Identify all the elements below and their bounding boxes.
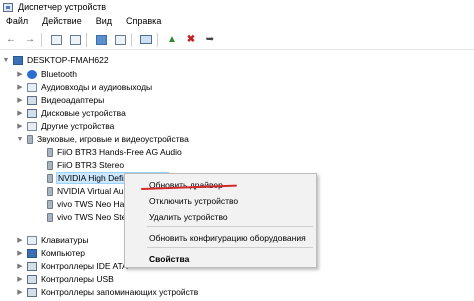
storage-controller-icon (27, 287, 37, 297)
toolbar: ← → ▲ ✖ ➥ (0, 30, 474, 50)
tree-item-video-adapters[interactable]: ▶ Видеоадаптеры (16, 94, 104, 106)
expand-arrow-icon[interactable]: ▶ (16, 109, 24, 117)
properties-icon[interactable] (48, 32, 64, 48)
toolbar-separator (157, 32, 158, 47)
speaker-icon (47, 212, 53, 222)
tree-item-label: Видеоадаптеры (41, 95, 105, 105)
tree-item-sound-devices[interactable]: ▼ Звуковые, игровые и видеоустройства (16, 133, 189, 145)
expand-arrow-icon[interactable]: ▶ (16, 249, 24, 257)
tree-item-bluetooth[interactable]: ▶ Bluetooth (16, 68, 77, 80)
tree-item-label: Контроллеры запоминающих устройств (41, 287, 199, 297)
collapse-arrow-icon[interactable]: ▼ (2, 57, 10, 64)
bluetooth-icon (27, 69, 37, 79)
expand-arrow-icon[interactable]: ▶ (16, 236, 24, 244)
tree-item-label: FiiO BTR3 Hands-Free AG Audio (57, 147, 182, 157)
tree-root[interactable]: ▼ DESKTOP-FMAH622 (2, 54, 109, 66)
context-uninstall-device[interactable]: Удалить устройство (125, 210, 316, 223)
ide-controller-icon (27, 261, 37, 271)
update-driver-icon[interactable]: ▲ (164, 32, 180, 48)
tree-item-label: Компьютер (41, 248, 85, 258)
speaker-icon (47, 186, 53, 196)
device-manager-icon (3, 2, 13, 12)
tree-item-label: vivo TWS Neo Ste (57, 212, 127, 222)
tree-item-computer[interactable]: ▶ Компьютер (16, 247, 85, 259)
context-separator (147, 226, 313, 227)
tree-item-label: Контроллеры IDE ATA (41, 261, 128, 271)
toolbar-separator (131, 32, 132, 47)
disk-drive-icon (27, 108, 37, 118)
video-adapter-icon (27, 95, 37, 105)
expand-arrow-icon[interactable]: ▶ (16, 288, 24, 296)
computer-icon (13, 55, 23, 65)
title-bar: Диспетчер устройств (0, 0, 474, 14)
tree-item-label: FiiO BTR3 Stereo (57, 160, 125, 170)
tree-item-label: Контроллеры USB (41, 274, 114, 284)
usb-icon (27, 274, 37, 284)
context-properties[interactable]: Свойства (125, 252, 316, 265)
help-icon[interactable] (93, 32, 109, 48)
tree-item-label: Аудиовходы и аудиовыходы (41, 82, 153, 92)
speaker-icon (47, 160, 53, 170)
tree-item-audio-io[interactable]: ▶ Аудиовходы и аудиовыходы (16, 81, 152, 93)
speaker-icon (27, 134, 33, 144)
tree-item-label: Клавиатуры (41, 235, 89, 245)
tree-item-label: NVIDIA Virtual Au (57, 186, 124, 196)
speaker-icon (47, 173, 53, 183)
expand-arrow-icon[interactable]: ▶ (16, 275, 24, 283)
menu-file[interactable]: Файл (0, 16, 35, 26)
keyboard-icon (27, 235, 37, 245)
collapse-arrow-icon[interactable]: ▼ (16, 136, 24, 143)
speaker-icon (47, 147, 53, 157)
menu-bar: Файл Действие Вид Справка (0, 14, 474, 28)
window-title: Диспетчер устройств (18, 2, 106, 12)
expand-arrow-icon[interactable]: ▶ (16, 122, 24, 130)
tree-item-label: Bluetooth (41, 69, 77, 79)
tree-item-nvidia-virtual[interactable]: NVIDIA Virtual Au (44, 185, 123, 197)
toolbar-separator (86, 32, 87, 47)
tree-item-label: Звуковые, игровые и видеоустройства (37, 134, 189, 144)
expand-arrow-icon[interactable]: ▶ (16, 96, 24, 104)
tree-item-vivo-stereo[interactable]: vivo TWS Neo Ste (44, 211, 126, 223)
tree-item-other-devices[interactable]: ▶ Другие устройства (16, 120, 114, 132)
unknown-device-icon (27, 121, 37, 131)
tree-item-usb-controllers[interactable]: ▶ Контроллеры USB (16, 273, 114, 285)
tree-item-label: Дисковые устройства (41, 108, 126, 118)
speaker-icon (47, 199, 53, 209)
view-icon[interactable] (67, 32, 83, 48)
tree-item-vivo-handsfree[interactable]: vivo TWS Neo Ha (44, 198, 124, 210)
tree-item-fiio-stereo[interactable]: FiiO BTR3 Stereo (44, 159, 124, 171)
audio-io-icon (27, 82, 37, 92)
tree-item-storage-controllers[interactable]: ▶ Контроллеры запоминающих устройств (16, 286, 198, 298)
download-icon[interactable]: ➥ (202, 32, 218, 48)
computer-icon (27, 248, 37, 258)
context-separator (147, 247, 313, 248)
menu-view[interactable]: Вид (89, 16, 119, 26)
tree-item-disk-drives[interactable]: ▶ Дисковые устройства (16, 107, 126, 119)
toolbar-separator (41, 32, 42, 47)
tree-item-fiio-handsfree[interactable]: FiiO BTR3 Hands-Free AG Audio (44, 146, 182, 158)
menu-action[interactable]: Действие (35, 16, 89, 26)
back-arrow-icon[interactable]: ← (3, 32, 19, 48)
tree-item-keyboards[interactable]: ▶ Клавиатуры (16, 234, 88, 246)
expand-arrow-icon[interactable]: ▶ (16, 70, 24, 78)
menu-help[interactable]: Справка (119, 16, 168, 26)
display-icon[interactable] (138, 32, 154, 48)
expand-arrow-icon[interactable]: ▶ (16, 262, 24, 270)
context-disable-device[interactable]: Отключить устройство (125, 194, 316, 207)
tree-item-label: Другие устройства (41, 121, 115, 131)
tree-item-label: vivo TWS Neo Ha (57, 199, 125, 209)
context-scan-hardware[interactable]: Обновить конфигурацию оборудования (125, 231, 316, 244)
tree-item-ide-controllers[interactable]: ▶ Контроллеры IDE ATA (16, 260, 128, 272)
uninstall-icon[interactable]: ✖ (183, 32, 199, 48)
tree-root-label: DESKTOP-FMAH622 (27, 55, 109, 65)
details-icon[interactable] (112, 32, 128, 48)
forward-arrow-icon[interactable]: → (22, 32, 38, 48)
expand-arrow-icon[interactable]: ▶ (16, 83, 24, 91)
